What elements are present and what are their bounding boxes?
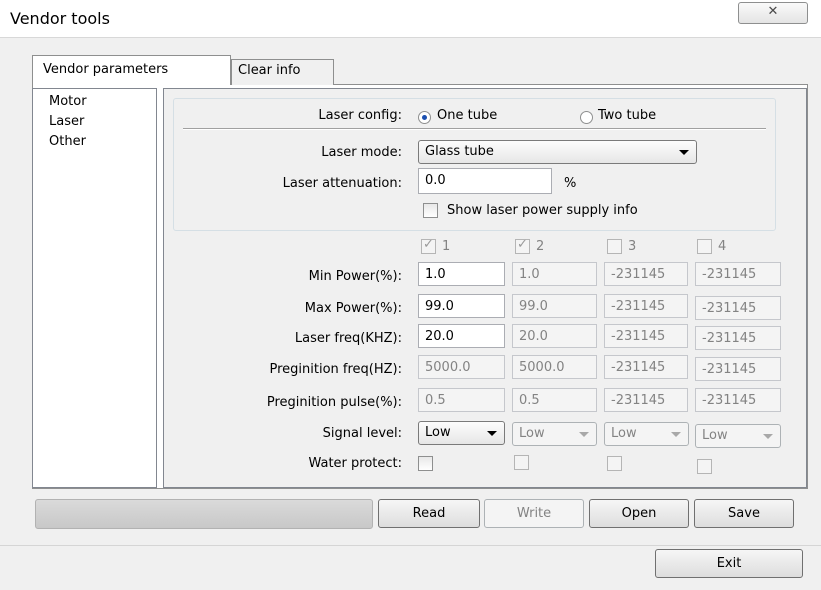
column-4-checkbox[interactable] [697, 239, 712, 254]
chevron-down-icon [763, 434, 773, 439]
read-button[interactable]: Read [378, 499, 480, 528]
chevron-down-icon [679, 150, 689, 155]
preginition-pulse-label: Preginition pulse(%): [266, 395, 402, 410]
window-title: Vendor tools [10, 9, 110, 28]
laser-freq-label: Laser freq(KHZ): [294, 331, 402, 346]
tab-clear-info[interactable]: Clear info [231, 59, 334, 85]
laser-attenuation-label: Laser attenuation: [282, 176, 402, 191]
max-power-input-4[interactable]: -231145 [695, 296, 781, 320]
signal-level-dropdown-1[interactable]: Low [418, 421, 505, 445]
water-protect-checkbox-3[interactable] [607, 456, 622, 471]
laser-mode-label: Laser mode: [321, 145, 402, 160]
laser-attenuation-input[interactable]: 0.0 [418, 168, 552, 194]
signal-level-value-2: Low [519, 426, 545, 441]
min-power-input-3[interactable]: -231145 [604, 262, 688, 286]
attenuation-unit: % [564, 176, 577, 191]
chevron-down-icon [671, 432, 681, 437]
show-psu-checkbox[interactable] [423, 203, 438, 218]
show-psu-label[interactable]: Show laser power supply info [447, 203, 638, 218]
signal-level-dropdown-3[interactable]: Low [604, 422, 689, 446]
water-protect-label: Water protect: [308, 456, 402, 471]
max-power-input-2[interactable]: 99.0 [512, 294, 597, 318]
preginition-freq-input-4[interactable]: -231145 [695, 357, 781, 381]
water-protect-checkbox-4[interactable] [697, 459, 712, 474]
nav-item-laser[interactable]: Laser [49, 114, 84, 129]
nav-item-motor[interactable]: Motor [49, 94, 87, 109]
nav-item-other[interactable]: Other [49, 134, 86, 149]
max-power-input-3[interactable]: -231145 [604, 294, 688, 318]
max-power-label: Max Power(%): [304, 301, 402, 316]
min-power-label: Min Power(%): [308, 269, 402, 284]
signal-level-dropdown-4[interactable]: Low [695, 424, 781, 448]
signal-level-label: Signal level: [322, 426, 402, 441]
column-3-label: 3 [628, 239, 637, 254]
signal-level-value-1: Low [425, 425, 451, 440]
min-power-input-2[interactable]: 1.0 [512, 262, 597, 286]
title-bar [0, 0, 821, 38]
preginition-freq-input-3[interactable]: -231145 [604, 355, 688, 379]
laser-config-label: Laser config: [318, 108, 402, 123]
column-2-label: 2 [536, 239, 545, 254]
radio-two-tube-label[interactable]: Two tube [598, 108, 656, 123]
preginition-freq-input-2[interactable]: 5000.0 [512, 355, 597, 379]
open-button[interactable]: Open [589, 499, 689, 528]
preginition-freq-input-1[interactable]: 5000.0 [418, 355, 505, 379]
write-button[interactable]: Write [484, 499, 584, 528]
radio-two-tube[interactable] [580, 111, 593, 124]
signal-level-dropdown-2[interactable]: Low [512, 422, 597, 446]
laser-freq-input-3[interactable]: -231145 [604, 324, 688, 348]
preginition-pulse-input-1[interactable]: 0.5 [418, 388, 505, 412]
progress-bar [35, 499, 373, 529]
radio-one-tube-label[interactable]: One tube [437, 108, 497, 123]
laser-mode-dropdown[interactable]: Glass tube [418, 140, 697, 164]
min-power-input-4[interactable]: -231145 [695, 262, 781, 286]
exit-button[interactable]: Exit [655, 549, 803, 578]
signal-level-value-3: Low [611, 426, 637, 441]
config-separator [183, 128, 766, 130]
column-2-checkbox[interactable] [515, 237, 530, 254]
tab-vendor-parameters[interactable]: Vendor parameters [32, 55, 231, 85]
min-power-input-1[interactable]: 1.0 [418, 262, 505, 286]
preginition-pulse-input-3[interactable]: -231145 [604, 388, 688, 412]
close-button[interactable]: ✕ [738, 2, 808, 24]
column-1-label: 1 [442, 239, 451, 254]
laser-freq-input-2[interactable]: 20.0 [512, 324, 597, 348]
laser-mode-value: Glass tube [425, 144, 494, 159]
radio-one-tube[interactable] [418, 111, 431, 124]
footer-divider [0, 545, 821, 546]
preginition-pulse-input-4[interactable]: -231145 [695, 388, 781, 412]
chevron-down-icon [487, 431, 497, 436]
laser-freq-input-1[interactable]: 20.0 [418, 324, 505, 348]
column-3-checkbox[interactable] [607, 239, 622, 254]
preginition-freq-label: Preginition freq(HZ): [269, 362, 402, 377]
laser-freq-input-4[interactable]: -231145 [695, 326, 781, 350]
max-power-input-1[interactable]: 99.0 [418, 294, 505, 318]
signal-level-value-4: Low [702, 428, 728, 443]
preginition-pulse-input-2[interactable]: 0.5 [512, 388, 597, 412]
chevron-down-icon [579, 432, 589, 437]
water-protect-checkbox-2[interactable] [514, 455, 529, 470]
column-4-label: 4 [718, 239, 727, 254]
water-protect-checkbox-1[interactable] [418, 456, 433, 471]
column-1-checkbox[interactable] [421, 237, 436, 254]
save-button[interactable]: Save [694, 499, 794, 528]
category-list: Motor Laser Other [32, 88, 157, 488]
